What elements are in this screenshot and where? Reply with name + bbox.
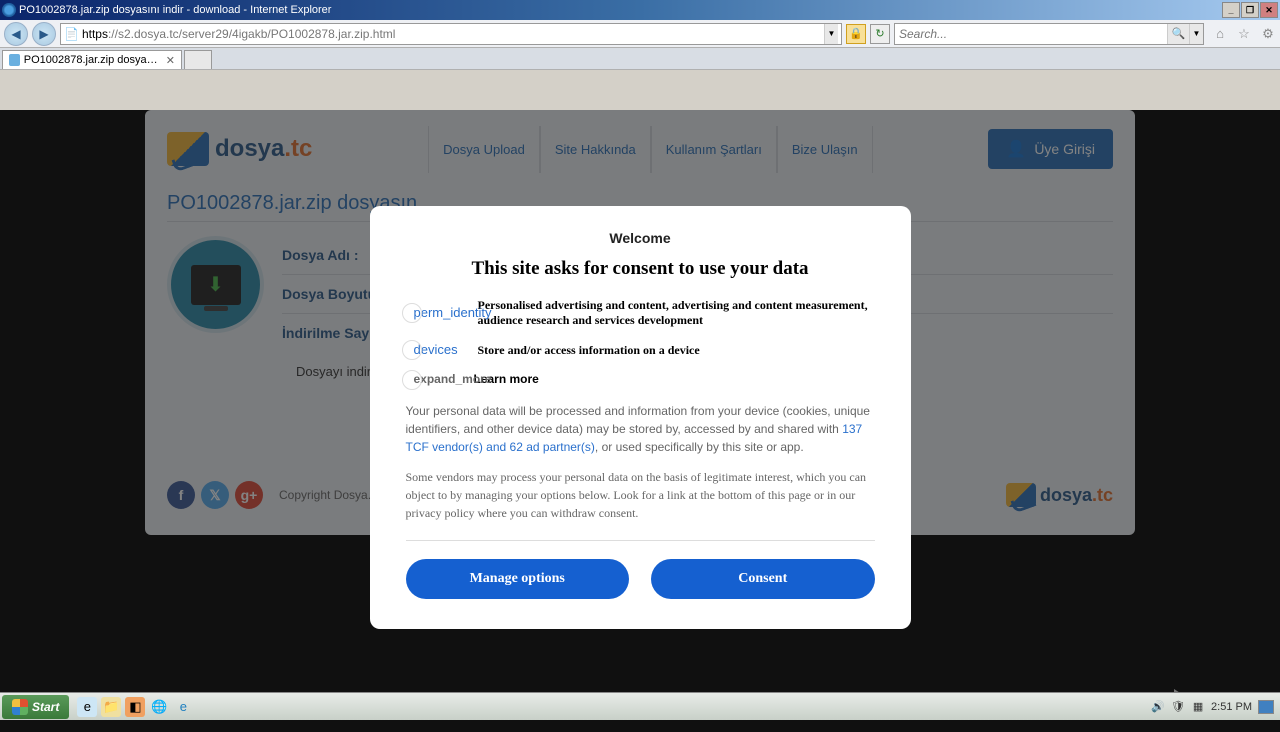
identity-icon: perm_identity	[414, 305, 494, 321]
close-button[interactable]: ✕	[1260, 2, 1278, 18]
manage-options-button[interactable]: Manage options	[406, 559, 630, 599]
tab-favicon	[9, 54, 20, 66]
taskbar-clock[interactable]: 2:51 PM	[1211, 701, 1252, 713]
app-taskbar-icon[interactable]: ◧	[125, 697, 145, 717]
tab-close-icon[interactable]: ✕	[166, 54, 175, 67]
consent-para-1: Your personal data will be processed and…	[406, 402, 875, 456]
settings-gear-icon[interactable]: ⚙	[1260, 26, 1276, 42]
browser-toolbar: ◀ ▶ 📄 https://s2.dosya.tc/server29/4igak…	[0, 20, 1280, 48]
consent-overlay: Welcome This site asks for consent to us…	[0, 110, 1280, 732]
window-title: PO1002878.jar.zip dosyasını indir - down…	[19, 4, 1221, 16]
security-lock-icon[interactable]: 🔒	[846, 24, 866, 44]
address-bar[interactable]: 📄 https://s2.dosya.tc/server29/4igakb/PO…	[60, 23, 842, 45]
browser-tab[interactable]: PO1002878.jar.zip dosyasını... ✕	[2, 50, 182, 69]
system-tray: 🔊 🛡 ▦ 2:51 PM	[1145, 700, 1280, 714]
home-icon[interactable]: ⌂	[1212, 26, 1228, 42]
devices-icon: devices	[414, 342, 494, 358]
new-tab-button[interactable]	[184, 50, 212, 69]
quick-launch: e 📁 ◧ 🌐 e	[77, 697, 193, 717]
consent-button[interactable]: Consent	[651, 559, 875, 599]
url-dropdown-icon[interactable]: ▼	[824, 24, 838, 44]
modal-divider	[406, 540, 875, 541]
show-desktop-icon[interactable]	[1258, 700, 1274, 714]
tray-icon-1[interactable]: 🛡	[1171, 700, 1185, 714]
search-bar[interactable]: 🔍 ▼	[894, 23, 1204, 45]
window-titlebar: PO1002878.jar.zip dosyasını indir - down…	[0, 0, 1280, 20]
explorer-taskbar-icon[interactable]: 📁	[101, 697, 121, 717]
volume-icon[interactable]: 🔊	[1151, 700, 1165, 714]
tray-icon-2[interactable]: ▦	[1191, 700, 1205, 714]
forward-button[interactable]: ▶	[32, 22, 56, 46]
search-button[interactable]: 🔍	[1167, 24, 1189, 44]
modal-welcome: Welcome	[406, 230, 875, 246]
purpose-storage: Store and/or access information on a dev…	[478, 343, 875, 358]
consent-modal: Welcome This site asks for consent to us…	[370, 206, 911, 629]
windows-taskbar: Start e 📁 ◧ 🌐 e 🔊 🛡 ▦ 2:51 PM	[0, 692, 1280, 720]
minimize-button[interactable]: _	[1222, 2, 1240, 18]
favorites-icon[interactable]: ☆	[1236, 26, 1252, 42]
browser-viewport: dosya.tc Dosya Upload Site Hakkında Kull…	[0, 110, 1280, 732]
tab-bar: PO1002878.jar.zip dosyasını... ✕	[0, 48, 1280, 70]
edge-taskbar-icon[interactable]: e	[173, 697, 193, 717]
consent-para-2: Some vendors may process your personal d…	[406, 468, 875, 522]
back-button[interactable]: ◀	[4, 22, 28, 46]
search-dropdown-icon[interactable]: ▼	[1189, 24, 1203, 44]
learn-more-link[interactable]: expand_more Learn more	[406, 372, 875, 386]
refresh-button[interactable]: ↻	[870, 24, 890, 44]
url-scheme: https	[82, 27, 108, 41]
ie-taskbar-icon[interactable]: e	[77, 697, 97, 717]
tab-title: PO1002878.jar.zip dosyasını...	[24, 54, 158, 66]
url-path: ://s2.dosya.tc/server29/4igakb/PO1002878…	[108, 27, 396, 41]
search-input[interactable]	[895, 27, 1167, 41]
expand-more-icon: expand_more	[414, 372, 494, 386]
start-button[interactable]: Start	[2, 695, 69, 719]
modal-title: This site asks for consent to use your d…	[406, 258, 875, 280]
chrome-taskbar-icon[interactable]: 🌐	[149, 697, 169, 717]
maximize-button[interactable]: ❐	[1241, 2, 1259, 18]
ie-icon	[2, 3, 16, 17]
purpose-advertising: Personalised advertising and content, ad…	[478, 298, 875, 328]
